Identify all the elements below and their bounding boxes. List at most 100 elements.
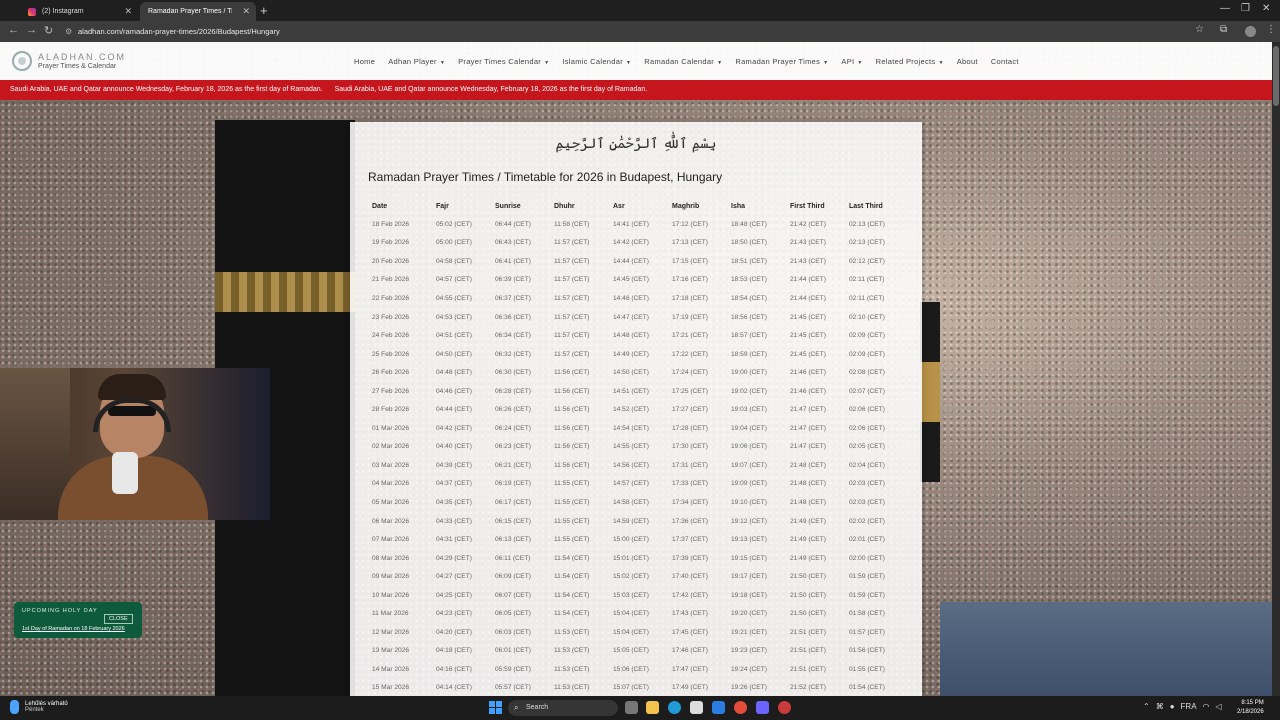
nav-about[interactable]: About (957, 57, 978, 66)
close-tab-icon[interactable]: ✕ (242, 6, 250, 17)
holy-day-link[interactable]: 1st Day of Ramadan on 18 February 2026 (22, 626, 125, 632)
table-cell: 21:46 (CET) (790, 387, 826, 395)
caret-down-icon: ▼ (439, 60, 446, 66)
table-cell: 17:40 (CET) (672, 573, 708, 581)
table-cell: 17:45 (CET) (672, 628, 708, 636)
language-indicator[interactable]: FRA (1181, 702, 1197, 711)
file-explorer-icon[interactable] (646, 701, 659, 714)
table-cell: 06:34 (CET) (495, 332, 531, 340)
back-icon[interactable]: ← (8, 24, 19, 36)
extensions-icon[interactable]: ⧉ (1220, 24, 1227, 35)
table-cell: 15:04 (CET) (613, 628, 649, 636)
discord-icon[interactable] (756, 701, 769, 714)
table-cell: 06:36 (CET) (495, 313, 531, 321)
table-cell: 05 Mar 2026 (372, 498, 410, 506)
table-cell: 21:47 (CET) (790, 424, 826, 432)
table-cell: 11:55 (CET) (554, 517, 590, 525)
nav-contact[interactable]: Contact (991, 57, 1019, 66)
url-field[interactable]: ⚙ aladhan.com/ramadan-prayer-times/2026/… (62, 24, 1182, 39)
volume-icon[interactable]: ◁ (1216, 702, 1222, 711)
nav-related-projects[interactable]: Related Projects ▼ (876, 57, 944, 66)
table-cell: 01:56 (CET) (849, 647, 885, 655)
table-cell: 15:02 (CET) (613, 573, 649, 581)
table-cell: 21:45 (CET) (790, 313, 826, 321)
bookmark-star-icon[interactable]: ☆ (1195, 24, 1204, 35)
nav-api[interactable]: API ▼ (841, 57, 862, 66)
table-cell: 21:44 (CET) (790, 276, 826, 284)
table-cell: 18:53 (CET) (731, 276, 767, 284)
new-tab-icon[interactable]: + (260, 3, 268, 18)
nav-adhan-player[interactable]: Adhan Player ▼ (388, 57, 445, 66)
tab-ramadan-prayer-times[interactable]: Ramadan Prayer Times / Timetab ✕ (140, 2, 256, 21)
table-cell: 03 Mar 2026 (372, 461, 410, 469)
table-cell: 17:46 (CET) (672, 647, 708, 655)
table-cell: 04:46 (CET) (436, 387, 472, 395)
chrome-icon[interactable] (734, 701, 747, 714)
minimize-icon[interactable]: — (1220, 3, 1230, 14)
table-cell: 15 Mar 2026 (372, 684, 410, 692)
table-row: 13 Mar 2026 04:18 (CET) 06:01 (CET) 11:53 (… (368, 642, 904, 661)
microphone-icon[interactable]: ● (1170, 702, 1175, 711)
table-cell: 17:18 (CET) (672, 294, 708, 302)
table-cell: 18:54 (CET) (731, 294, 767, 302)
nav-home[interactable]: Home (354, 57, 375, 66)
table-cell: 21:50 (CET) (790, 610, 826, 618)
mail-icon[interactable] (712, 701, 725, 714)
table-cell: 19:21 (CET) (731, 628, 767, 636)
table-cell: 14:44 (CET) (613, 257, 649, 265)
forward-icon[interactable]: → (26, 24, 37, 36)
wifi-icon[interactable]: ◠ (1203, 702, 1210, 711)
scrollbar-thumb[interactable] (1273, 46, 1279, 106)
table-cell: 27 Feb 2026 (372, 387, 410, 395)
table-cell: 14:51 (CET) (613, 387, 649, 395)
start-button[interactable] (489, 701, 502, 714)
table-cell: 19:10 (CET) (731, 498, 767, 506)
edge-icon[interactable] (668, 701, 681, 714)
weather-widget[interactable]: Lehűlés várható Péntek (10, 700, 68, 714)
table-cell: 10 Mar 2026 (372, 591, 410, 599)
app-icon[interactable] (778, 701, 791, 714)
table-cell: 04:51 (CET) (436, 332, 472, 340)
tab-instagram[interactable]: (2) Instagram ✕ (20, 2, 138, 21)
table-row: 05 Mar 2026 04:35 (CET) 06:17 (CET) 11:55 (… (368, 493, 904, 512)
task-view-icon[interactable] (625, 701, 638, 714)
store-icon[interactable] (690, 701, 703, 714)
nav-ramadan-calendar[interactable]: Ramadan Calendar ▼ (644, 57, 722, 66)
table-cell: 17:27 (CET) (672, 406, 708, 414)
table-cell: 20 Feb 2026 (372, 257, 410, 265)
table-cell: 06:21 (CET) (495, 461, 531, 469)
browser-menu-icon[interactable]: ⋮ (1266, 24, 1276, 35)
table-cell: 11:56 (CET) (554, 461, 590, 469)
clock-time: 8:15 PM (1241, 700, 1264, 706)
reload-icon[interactable]: ↻ (44, 24, 53, 37)
table-cell: 06:37 (CET) (495, 294, 531, 302)
weather-day: Péntek (25, 707, 44, 713)
table-cell: 25 Feb 2026 (372, 350, 410, 358)
maximize-icon[interactable]: ❐ (1241, 3, 1250, 14)
table-cell: 02:11 (CET) (849, 294, 885, 302)
profile-avatar[interactable] (1245, 26, 1256, 37)
announcement-text: Saudi Arabia, UAE and Qatar announce Wed… (334, 86, 648, 93)
chevron-up-icon[interactable]: ⌃ (1143, 702, 1150, 711)
table-cell: 04 Mar 2026 (372, 480, 410, 488)
table-cell: 14:46 (CET) (613, 294, 649, 302)
nav-islamic-calendar[interactable]: Islamic Calendar ▼ (562, 57, 631, 66)
close-tab-icon[interactable]: ✕ (124, 6, 132, 17)
network-icon[interactable]: ⌘ (1156, 702, 1164, 711)
table-cell: 11:54 (CET) (554, 610, 590, 618)
page-scrollbar[interactable] (1272, 42, 1280, 696)
table-cell: 02:08 (CET) (849, 369, 885, 377)
bismillah-heading: بِسْمِ ٱللَّٰهِ ٱلرَّحْمَٰنِ ٱلرَّحِيمِ (555, 136, 717, 152)
window-close-icon[interactable]: ✕ (1262, 3, 1270, 14)
logo-subtitle: Prayer Times & Calendar (38, 63, 117, 70)
nav-prayer-times-calendar[interactable]: Prayer Times Calendar ▼ (458, 57, 549, 66)
table-cell: 19:23 (CET) (731, 647, 767, 655)
site-info-icon[interactable]: ⚙ (65, 24, 72, 39)
taskbar-clock[interactable]: 8:15 PM 2/18/2026 (1237, 699, 1264, 717)
nav-ramadan-prayer-times[interactable]: Ramadan Prayer Times ▼ (735, 57, 828, 66)
table-cell: 11:54 (CET) (554, 554, 590, 562)
taskbar-search[interactable]: ⌕ Search (508, 700, 618, 716)
holy-day-close-button[interactable]: CLOSE (104, 614, 133, 624)
site-logo[interactable]: ALADHAN.COM Prayer Times & Calendar (12, 51, 126, 71)
table-cell: 11:56 (CET) (554, 424, 590, 432)
